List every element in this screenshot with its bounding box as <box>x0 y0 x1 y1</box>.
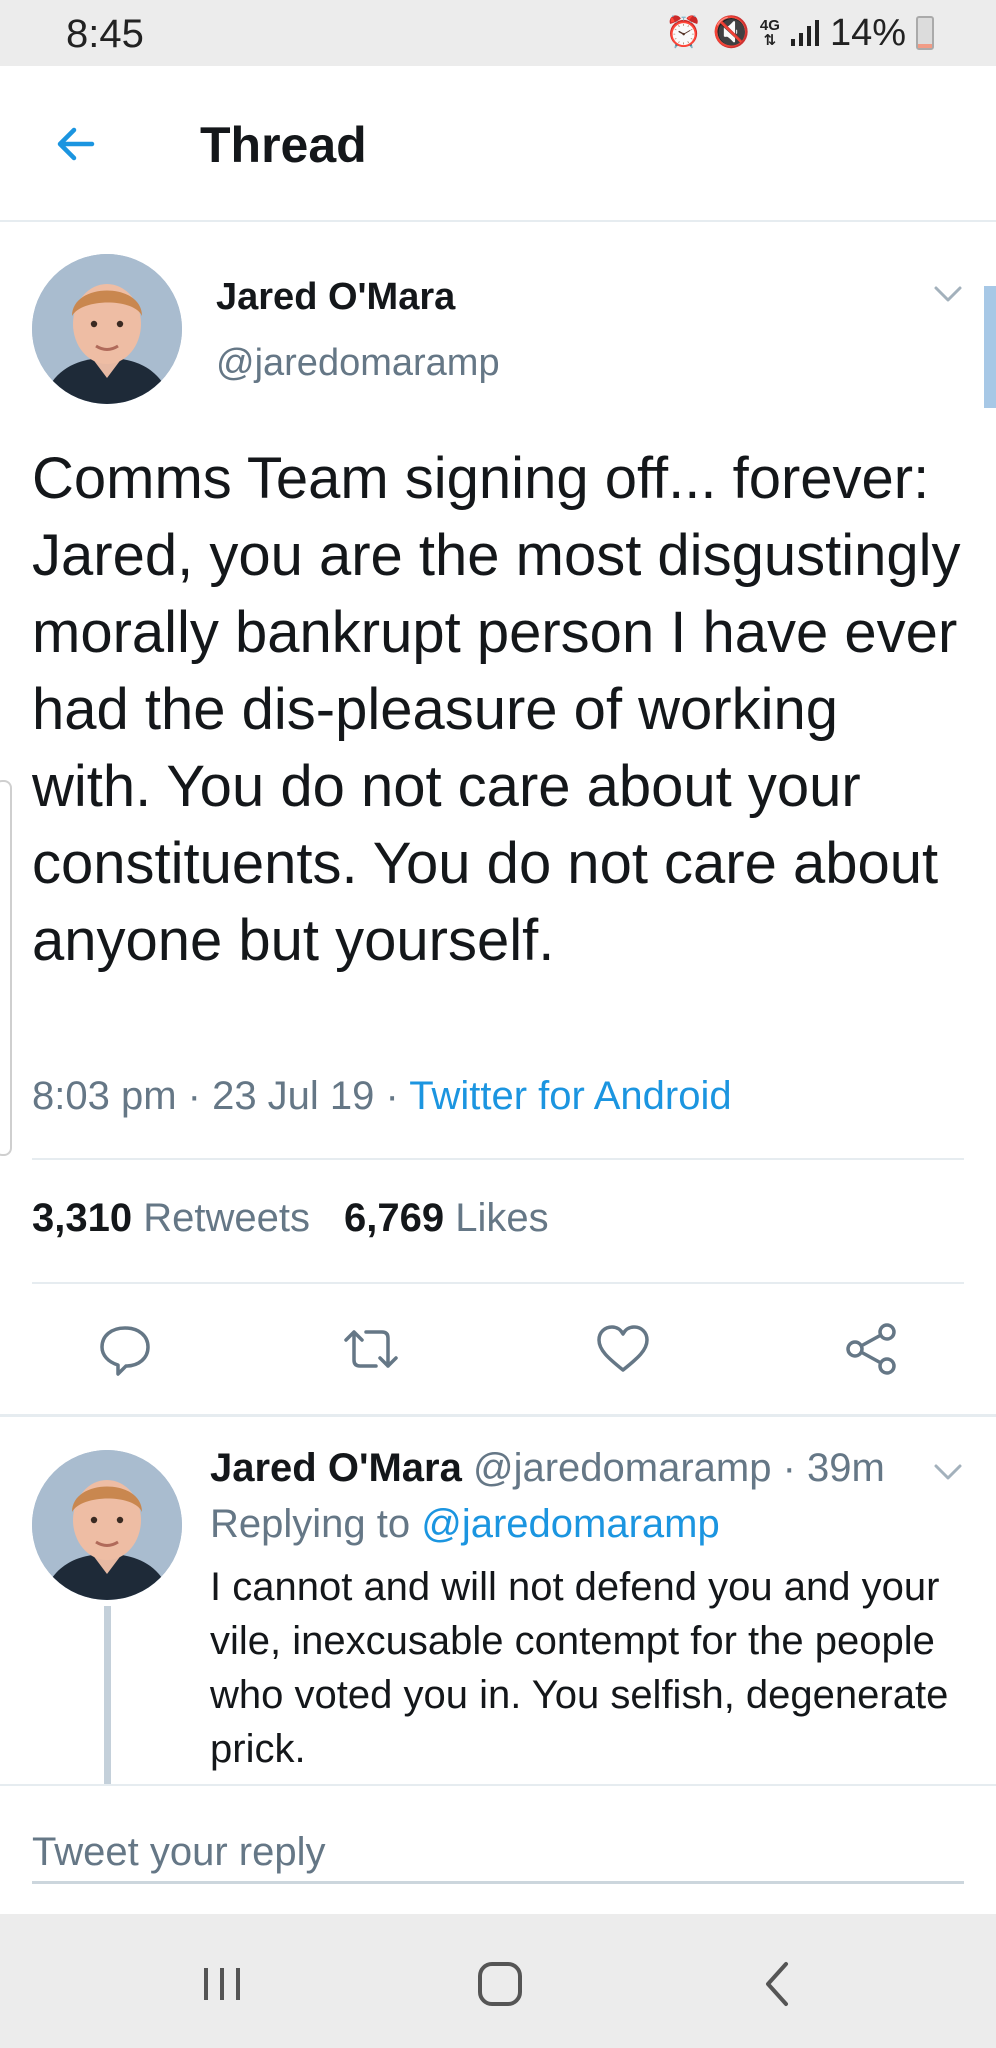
reply-text: I cannot and will not defend you and you… <box>210 1565 949 1771</box>
page-title: Thread <box>200 117 367 173</box>
status-icons: ⏰ 🔇 4G ⇅ 14% <box>665 10 934 56</box>
likes-label: Likes <box>455 1196 549 1240</box>
back-arrow-icon[interactable] <box>46 114 106 174</box>
battery-icon <box>916 16 934 50</box>
section-divider <box>0 1414 996 1417</box>
reply-author-name[interactable]: Jared O'Mara <box>210 1446 462 1490</box>
retweet-button[interactable] <box>342 1320 400 1378</box>
scrollbar[interactable] <box>984 286 996 408</box>
chevron-down-icon[interactable] <box>930 1460 966 1484</box>
tweet-date: 23 Jul 19 <box>212 1074 375 1118</box>
replying-to-mention[interactable]: @jaredomaramp <box>421 1502 720 1546</box>
divider <box>32 1158 964 1160</box>
home-icon <box>478 1962 522 2006</box>
recents-icon <box>204 1968 240 2000</box>
meta-separator: · <box>374 1074 410 1118</box>
replying-to-label: Replying to <box>210 1502 411 1546</box>
retweet-icon <box>344 1330 398 1368</box>
reply-age: 39m <box>807 1446 885 1490</box>
alarm-icon: ⏰ <box>665 16 703 49</box>
mute-icon: 🔇 <box>712 16 750 49</box>
nav-back-icon <box>766 1962 788 2006</box>
compose-bar <box>0 1784 996 1914</box>
author-avatar[interactable] <box>32 254 182 404</box>
reply-button[interactable] <box>96 1320 154 1378</box>
reply-author-handle[interactable]: @jaredomaramp <box>473 1446 772 1490</box>
status-bar: 8:45 ⏰ 🔇 4G ⇅ 14% <box>0 0 996 66</box>
speech-bubble-icon <box>100 1326 150 1376</box>
retweets-count: 3,310 <box>32 1196 133 1240</box>
retweets-label: Retweets <box>143 1196 310 1240</box>
share-icon <box>846 1323 896 1375</box>
status-time: 8:45 <box>66 12 144 56</box>
author-handle[interactable]: @jaredomaramp <box>216 342 500 385</box>
retweets-stat[interactable]: 3,310 Retweets <box>32 1196 310 1240</box>
likes-stat[interactable]: 6,769 Likes <box>344 1196 549 1240</box>
nav-back-button[interactable] <box>748 1954 808 2014</box>
signal-icon <box>790 20 819 46</box>
tweet-text: Comms Team signing off... forever: Jared… <box>32 446 961 973</box>
recents-button[interactable] <box>192 1954 252 2014</box>
home-button[interactable] <box>470 1954 530 2014</box>
share-button[interactable] <box>842 1320 900 1378</box>
meta-separator: · <box>771 1446 808 1490</box>
top-app-bar: Thread <box>0 66 996 222</box>
reply-author-avatar[interactable] <box>32 1450 182 1600</box>
edge-panel-handle[interactable] <box>0 780 12 1156</box>
reply-input[interactable] <box>32 1824 964 1884</box>
reply-header: Jared O'Mara @jaredomaramp · 39m <box>210 1446 885 1491</box>
meta-separator: · <box>176 1074 213 1118</box>
heart-icon <box>597 1325 649 1372</box>
replying-to: Replying to @jaredomaramp <box>210 1502 720 1547</box>
likes-count: 6,769 <box>343 1196 445 1240</box>
thread-connector-line <box>104 1606 111 1784</box>
author-name[interactable]: Jared O'Mara <box>216 276 455 319</box>
tweet-stats: 3,310 Retweets 6,769 Likes <box>32 1196 549 1241</box>
tweet-source-link[interactable]: Twitter for Android <box>409 1074 731 1118</box>
tweet-time: 8:03 pm <box>32 1074 177 1118</box>
divider <box>32 1282 964 1284</box>
like-button[interactable] <box>594 1320 652 1378</box>
tweet-timestamp: 8:03 pm · 23 Jul 19 · Twitter for Androi… <box>32 1074 732 1119</box>
system-nav-bar <box>0 1914 996 2048</box>
network-type: 4G ⇅ <box>759 17 780 49</box>
chevron-down-icon[interactable] <box>930 282 966 306</box>
battery-percent: 14% <box>829 11 906 54</box>
